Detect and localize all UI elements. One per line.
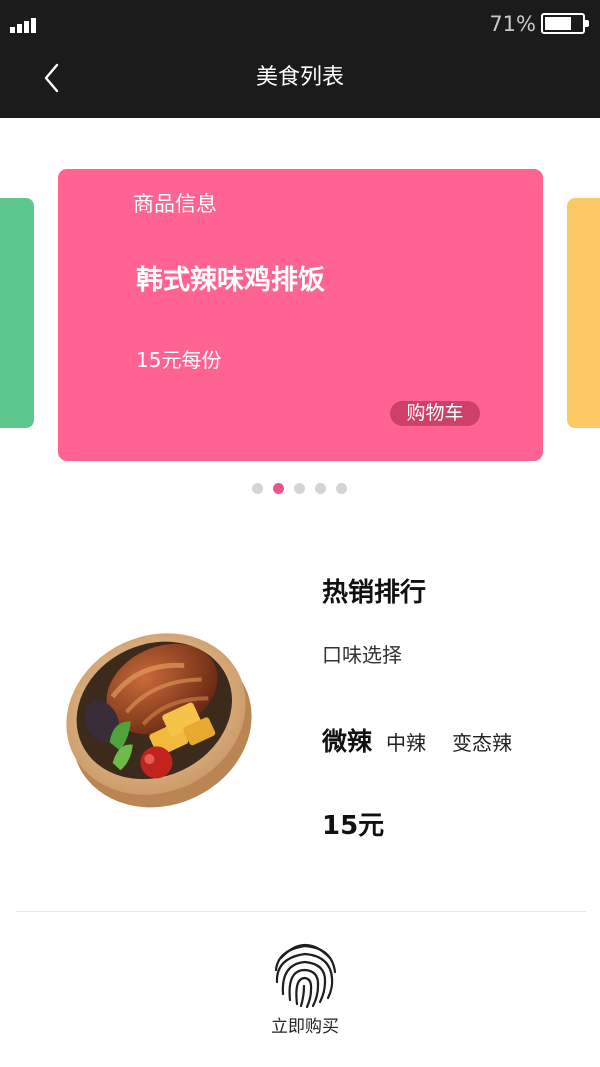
signal-icon: [10, 17, 40, 33]
top-bar: 71% 美食列表: [0, 0, 600, 118]
product-price: 15元: [322, 811, 385, 841]
carousel-card-current[interactable]: 商品信息 韩式辣味鸡排饭 15元每份 购物车: [58, 169, 543, 461]
carousel-dot-1[interactable]: [252, 483, 263, 494]
divider: [16, 911, 586, 912]
product-name: 韩式辣味鸡排饭: [136, 265, 325, 296]
product-price-per-serving: 15元每份: [136, 348, 222, 372]
flavor-option-medium[interactable]: 中辣: [386, 727, 426, 756]
add-to-cart-button[interactable]: 购物车: [390, 401, 480, 426]
battery-percentage: 71%: [489, 12, 536, 36]
carousel-pagination: [252, 483, 357, 495]
fingerprint-icon: [274, 943, 337, 1009]
carousel-dot-4[interactable]: [315, 483, 326, 494]
flavor-options: 微辣 中辣 变态辣: [322, 722, 538, 762]
section-title-hot-ranking: 热销排行: [322, 578, 427, 608]
buy-now-button[interactable]: 立即购买: [250, 932, 360, 1044]
carousel-card-next[interactable]: [567, 198, 600, 428]
flavor-option-mild[interactable]: 微辣: [322, 722, 372, 758]
flavor-label: 口味选择: [322, 643, 402, 667]
flavor-option-extreme[interactable]: 变态辣: [452, 727, 512, 756]
page-title: 美食列表: [255, 65, 344, 90]
buy-now-label: 立即购买: [271, 1017, 339, 1037]
carousel-dot-3[interactable]: [294, 483, 305, 494]
carousel-dot-5[interactable]: [336, 483, 347, 494]
carousel-card-previous[interactable]: [0, 198, 34, 428]
food-image: [66, 633, 252, 808]
carousel-dot-2[interactable]: [273, 483, 284, 494]
battery-icon: [541, 13, 589, 34]
card-header: 商品信息: [133, 192, 217, 216]
